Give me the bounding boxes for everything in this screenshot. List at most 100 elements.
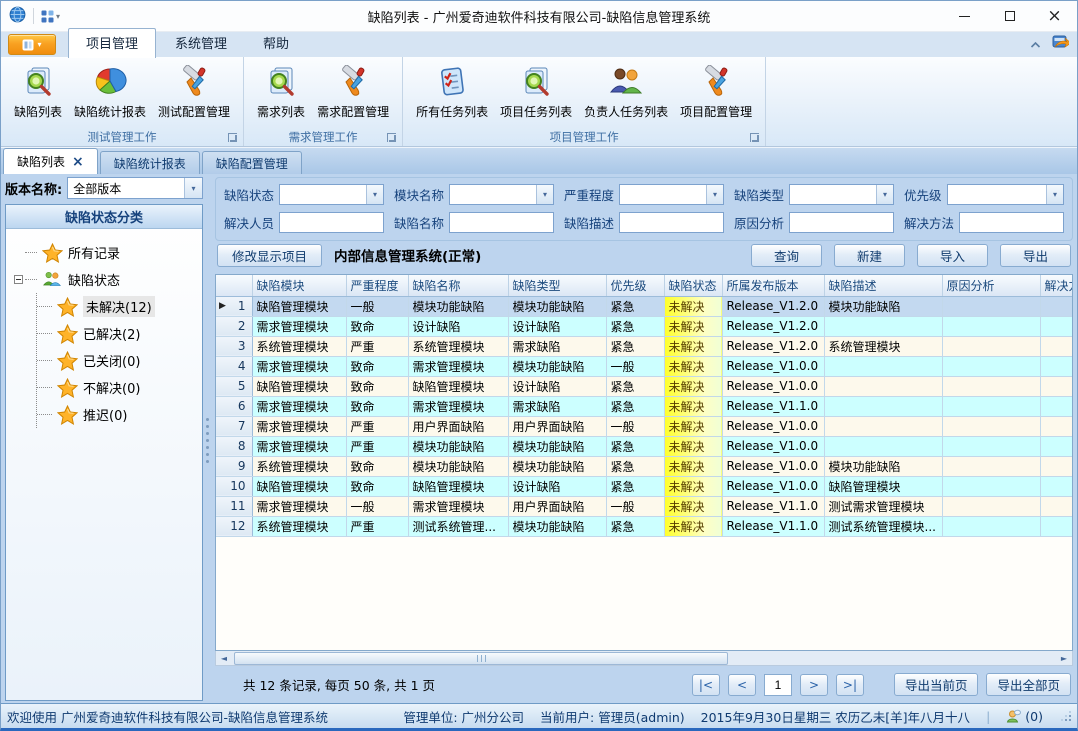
chevron-down-icon[interactable]: ▾ <box>706 185 723 204</box>
filter-dropdown[interactable]: ▾ <box>619 184 724 205</box>
cell[interactable] <box>1040 496 1073 516</box>
cell[interactable]: 紧急 <box>606 476 664 496</box>
scroll-left-icon[interactable]: ◄ <box>216 652 232 665</box>
row-number-cell[interactable]: 10 <box>216 476 252 496</box>
export-all-pages-button[interactable]: 导出全部页 <box>986 673 1071 696</box>
cell[interactable] <box>1040 296 1073 316</box>
ribbon-tab[interactable]: 系统管理 <box>158 29 244 57</box>
ribbon-button[interactable]: 需求列表 <box>251 61 311 122</box>
cell[interactable] <box>1040 396 1073 416</box>
cell[interactable]: 用户界面缺陷 <box>408 416 508 436</box>
column-header[interactable]: 缺陷模块 <box>252 275 346 296</box>
cell[interactable]: 紧急 <box>606 296 664 316</box>
chevron-down-icon[interactable]: ▾ <box>184 178 202 198</box>
ribbon-button[interactable]: 负责人任务列表 <box>578 61 674 122</box>
row-number-cell[interactable]: 7 <box>216 416 252 436</box>
table-row[interactable]: 7需求管理模块严重用户界面缺陷用户界面缺陷一般未解决Release_V1.0.0 <box>216 416 1073 436</box>
status-cell[interactable]: 未解决 <box>664 456 722 476</box>
cell[interactable]: 用户界面缺陷 <box>508 416 606 436</box>
cell[interactable]: 模块功能缺陷 <box>408 296 508 316</box>
cell[interactable]: 需求管理模块 <box>408 396 508 416</box>
status-cell[interactable]: 未解决 <box>664 376 722 396</box>
cell[interactable]: 缺陷管理模块 <box>408 376 508 396</box>
cell[interactable]: 系统管理模块 <box>252 336 346 356</box>
table-row[interactable]: 9系统管理模块致命模块功能缺陷模块功能缺陷紧急未解决Release_V1.0.0… <box>216 456 1073 476</box>
filter-input[interactable] <box>449 212 554 233</box>
horizontal-scrollbar[interactable]: ◄ ► <box>215 651 1073 666</box>
query-button[interactable]: 查询 <box>751 244 822 267</box>
cell[interactable]: 模块功能缺陷 <box>508 296 606 316</box>
page-number-input[interactable] <box>764 674 792 696</box>
row-number-cell[interactable]: 2 <box>216 316 252 336</box>
dialog-launcher-icon[interactable] <box>750 133 759 142</box>
cell[interactable]: Release_V1.1.0 <box>722 496 824 516</box>
cell[interactable]: Release_V1.0.0 <box>722 376 824 396</box>
cell[interactable] <box>1040 436 1073 456</box>
cell[interactable]: 一般 <box>606 496 664 516</box>
cell[interactable]: 模块功能缺陷 <box>508 436 606 456</box>
cell[interactable] <box>942 516 1040 536</box>
cell[interactable] <box>1040 456 1073 476</box>
chevron-down-icon[interactable]: ▾ <box>366 185 383 204</box>
table-row[interactable]: 3系统管理模块严重系统管理模块需求缺陷紧急未解决Release_V1.2.0系统… <box>216 336 1073 356</box>
cell[interactable] <box>824 416 942 436</box>
column-header[interactable]: 缺陷状态 <box>664 275 722 296</box>
cell[interactable] <box>824 396 942 416</box>
cell[interactable]: 模块功能缺陷 <box>508 456 606 476</box>
table-row[interactable]: ▶1缺陷管理模块一般模块功能缺陷模块功能缺陷紧急未解决Release_V1.2.… <box>216 296 1073 316</box>
minimize-button[interactable] <box>942 1 987 32</box>
cell[interactable]: 紧急 <box>606 316 664 336</box>
cell[interactable]: 系统管理模块 <box>408 336 508 356</box>
cell[interactable] <box>1040 356 1073 376</box>
filter-dropdown[interactable]: ▾ <box>449 184 554 205</box>
cell[interactable]: 模块功能缺陷 <box>408 436 508 456</box>
row-number-cell[interactable]: ▶1 <box>216 296 252 316</box>
cell[interactable]: 缺陷管理模块 <box>252 476 346 496</box>
cell[interactable]: 缺陷管理模块 <box>252 296 346 316</box>
ribbon-button[interactable]: 所有任务列表 <box>410 61 494 122</box>
cell[interactable] <box>942 496 1040 516</box>
import-button[interactable]: 导入 <box>917 244 988 267</box>
cell[interactable]: 模块功能缺陷 <box>824 296 942 316</box>
status-cell[interactable]: 未解决 <box>664 396 722 416</box>
cell[interactable] <box>942 416 1040 436</box>
cell[interactable]: Release_V1.2.0 <box>722 316 824 336</box>
last-page-button[interactable]: >| <box>836 674 864 696</box>
filter-input[interactable] <box>789 212 894 233</box>
row-number-cell[interactable]: 3 <box>216 336 252 356</box>
status-cell[interactable]: 未解决 <box>664 476 722 496</box>
cell[interactable] <box>942 476 1040 496</box>
tree-item[interactable]: 推迟(0) <box>37 401 200 428</box>
message-indicator[interactable]: (0) <box>1006 709 1043 724</box>
application-menu-button[interactable]: ▾ <box>8 34 56 55</box>
ribbon-button[interactable]: 缺陷列表 <box>8 61 68 122</box>
version-dropdown[interactable]: 全部版本 ▾ <box>67 177 203 199</box>
ribbon-button[interactable]: 测试配置管理 <box>152 61 236 122</box>
cell[interactable]: Release_V1.1.0 <box>722 516 824 536</box>
panel-splitter[interactable] <box>203 177 212 703</box>
document-tab[interactable]: 缺陷列表× <box>3 148 98 174</box>
status-cell[interactable]: 未解决 <box>664 356 722 376</box>
chevron-down-icon[interactable]: ▾ <box>536 185 553 204</box>
chevron-down-icon[interactable]: ▾ <box>876 185 893 204</box>
cell[interactable]: 模块功能缺陷 <box>408 456 508 476</box>
cell[interactable] <box>942 296 1040 316</box>
cell[interactable]: 需求管理模块 <box>252 416 346 436</box>
cell[interactable]: 需求管理模块 <box>252 356 346 376</box>
cell[interactable] <box>1040 316 1073 336</box>
cell[interactable]: 一般 <box>346 296 408 316</box>
cell[interactable]: 测试系统管理模块... <box>824 516 942 536</box>
scroll-right-icon[interactable]: ► <box>1056 652 1072 665</box>
cell[interactable]: 系统管理模块 <box>824 336 942 356</box>
cell[interactable] <box>1040 416 1073 436</box>
cell[interactable]: 严重 <box>346 416 408 436</box>
cell[interactable]: 严重 <box>346 336 408 356</box>
cell[interactable]: 一般 <box>346 496 408 516</box>
resize-grip[interactable] <box>1061 711 1071 721</box>
column-header[interactable]: 缺陷类型 <box>508 275 606 296</box>
cell[interactable]: 致命 <box>346 356 408 376</box>
cell[interactable]: 一般 <box>606 356 664 376</box>
cell[interactable]: 需求管理模块 <box>408 496 508 516</box>
tree-item[interactable]: 已解决(2) <box>37 320 200 347</box>
cell[interactable]: 致命 <box>346 476 408 496</box>
